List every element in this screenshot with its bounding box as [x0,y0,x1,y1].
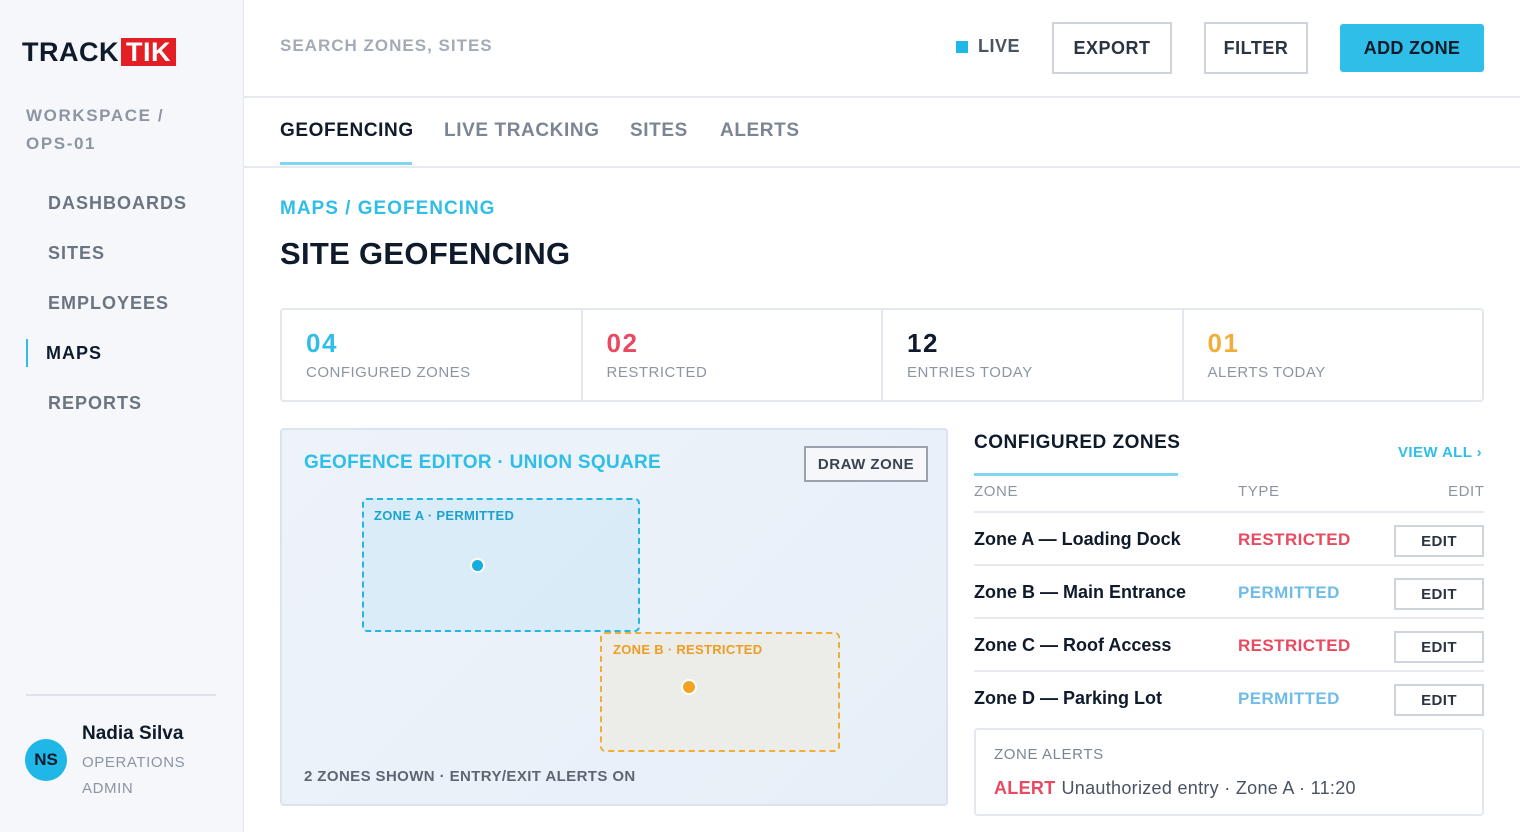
sidebar: TRACK TIK WORKSPACE / OPS-01 DASHBOARDS S… [0,0,244,832]
filter-button[interactable]: FILTER [1204,22,1308,74]
zone-alerts-card: ZONE ALERTS ALERT Unauthorized entry · Zo… [974,728,1484,816]
zone-alerts-title: ZONE ALERTS [994,746,1104,763]
column-header-zone: ZONE [974,483,1019,500]
stat-label: ALERTS TODAY [1207,364,1326,381]
stat-value: 12 [907,328,939,358]
view-all-link[interactable]: VIEW ALL › [1398,444,1482,461]
table-row: Zone D — Parking Lot PERMITTED EDIT [974,672,1484,725]
stat-restricted: 02 RESTRICTED [583,310,883,400]
tab-live-tracking[interactable]: LIVE TRACKING [444,120,600,142]
logo-track-text: TRACK [22,37,119,67]
configured-zones-underline [974,473,1178,476]
table-row: Zone A — Loading Dock RESTRICTED EDIT [974,513,1484,566]
add-zone-button[interactable]: ADD ZONE [1340,24,1484,72]
logo-tik-text: TIK [121,38,176,66]
alert-tag: ALERT [994,778,1056,798]
tab-alerts[interactable]: ALERTS [720,120,800,142]
geofence-editor[interactable]: GEOFENCE EDITOR · UNION SQUARE DRAW ZONE… [280,428,948,806]
sidebar-item-maps[interactable]: MAPS [26,328,226,378]
stat-value: 02 [606,328,639,358]
tab-sites[interactable]: SITES [630,120,688,142]
page-title: SITE GEOFENCING [280,236,571,271]
configured-zones-title: CONFIGURED ZONES [974,432,1181,453]
column-header-type: TYPE [1238,483,1280,500]
sidebar-item-dashboards[interactable]: DASHBOARDS [26,178,226,228]
edit-zone-button[interactable]: EDIT [1394,525,1484,557]
search-input[interactable] [280,36,580,56]
stat-value: 04 [306,328,338,358]
sidebar-divider [26,694,216,696]
editor-title: GEOFENCE EDITOR · UNION SQUARE [304,452,662,473]
topbar: LIVE EXPORT FILTER ADD ZONE [244,0,1520,98]
zone-b-label: ZONE B · RESTRICTED [613,642,763,657]
zone-b-pin-icon[interactable] [681,679,697,695]
zone-type-badge: RESTRICTED [1238,636,1351,655]
workspace-label: WORKSPACE / OPS-01 [26,106,165,153]
stat-label: ENTRIES TODAY [907,364,1033,381]
stat-entries-today: 12 ENTRIES TODAY [883,310,1184,400]
stat-label: RESTRICTED [606,364,708,381]
alert-item[interactable]: ALERT Unauthorized entry · Zone A · 11:20 [994,778,1356,799]
avatar[interactable]: NS [25,739,67,781]
active-tab-indicator [280,162,412,165]
sidebar-nav: DASHBOARDS SITES EMPLOYEES MAPS REPORTS [26,178,226,428]
stat-configured-zones: 04 CONFIGURED ZONES [282,310,583,400]
stat-value: 01 [1207,328,1240,358]
zone-a-area[interactable]: ZONE A · PERMITTED [362,498,640,632]
zone-b-area[interactable]: ZONE B · RESTRICTED [600,632,840,752]
live-indicator: LIVE [956,36,1020,57]
stats-bar: 04 CONFIGURED ZONES 02 RESTRICTED 12 ENT… [280,308,1484,402]
sidebar-item-employees[interactable]: EMPLOYEES [26,278,226,328]
zone-name: Zone A — Loading Dock [974,529,1181,549]
tab-geofencing[interactable]: GEOFENCING [280,120,414,142]
zone-name: Zone C — Roof Access [974,635,1172,655]
live-dot-icon [956,40,968,53]
sidebar-item-sites[interactable]: SITES [26,228,226,278]
zone-type-badge: RESTRICTED [1238,530,1351,549]
stat-label: CONFIGURED ZONES [306,364,471,381]
zone-a-pin-icon[interactable] [470,558,485,573]
tracktik-logo[interactable]: TRACK TIK [22,38,176,66]
table-row: Zone C — Roof Access RESTRICTED EDIT [974,619,1484,672]
export-button[interactable]: EXPORT [1052,22,1172,74]
alert-message: Unauthorized entry · Zone A · 11:20 [1061,778,1356,798]
zone-name: Zone B — Main Entrance [974,582,1187,602]
stat-alerts-today: 01 ALERTS TODAY [1184,310,1483,400]
zone-type-badge: PERMITTED [1238,689,1340,708]
edit-zone-button[interactable]: EDIT [1394,631,1484,663]
edit-zone-button[interactable]: EDIT [1394,578,1484,610]
table-row: Zone B — Main Entrance PERMITTED EDIT [974,566,1484,619]
zone-name: Zone D — Parking Lot [974,688,1163,708]
live-label: LIVE [978,36,1021,56]
breadcrumb[interactable]: MAPS / GEOFENCING [280,198,495,220]
editor-footer: 2 ZONES SHOWN · ENTRY/EXIT ALERTS ON [304,768,636,785]
user-name: Nadia Silva [82,723,184,744]
user-role: OPERATIONS ADMIN [82,754,186,797]
column-header-edit: EDIT [1448,483,1485,500]
draw-zone-button[interactable]: DRAW ZONE [804,446,928,482]
tab-bar: GEOFENCING LIVE TRACKING SITES ALERTS [244,98,1520,168]
zone-type-badge: PERMITTED [1238,583,1340,602]
edit-zone-button[interactable]: EDIT [1394,684,1484,716]
zone-a-label: ZONE A · PERMITTED [374,508,515,523]
sidebar-item-reports[interactable]: REPORTS [26,378,226,428]
